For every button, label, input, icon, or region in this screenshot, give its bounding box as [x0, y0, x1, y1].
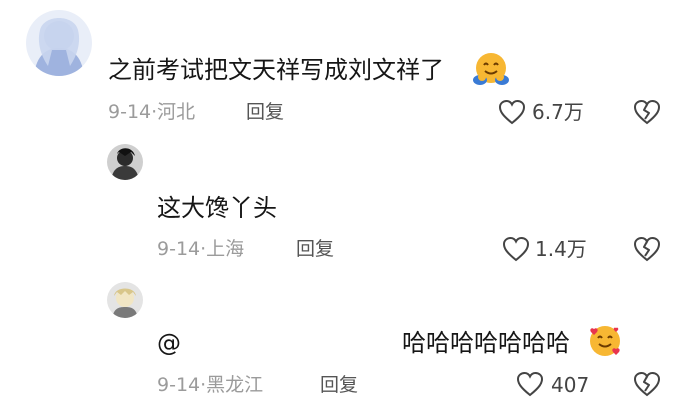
smiling-face-with-hearts-emoji — [586, 322, 624, 360]
like-heart-icon[interactable] — [502, 236, 530, 262]
dislike-broken-heart-icon[interactable] — [633, 371, 661, 397]
like-count: 407 — [551, 373, 590, 397]
reply-avatar[interactable] — [107, 282, 143, 318]
like-heart-icon[interactable] — [516, 371, 544, 397]
comment-date: 9-14 — [157, 238, 201, 260]
comment-date: 9-14 — [108, 101, 152, 123]
reply-button[interactable]: 回复 — [296, 238, 334, 260]
comment-text: 这大馋丫头 — [157, 194, 277, 222]
dislike-broken-heart-icon[interactable] — [633, 99, 661, 125]
like-heart-icon[interactable] — [498, 99, 526, 125]
reply-avatar[interactable] — [107, 144, 143, 180]
comment-text: 哈哈哈哈哈哈哈 — [402, 329, 570, 357]
comment-date: 9-14 — [157, 374, 201, 396]
reply-button[interactable]: 回复 — [246, 101, 284, 123]
comment-location: 河北 — [157, 101, 196, 123]
like-count: 6.7万 — [532, 100, 584, 124]
hugging-face-emoji — [472, 50, 510, 88]
reply-button[interactable]: 回复 — [320, 374, 358, 396]
comment-text: 之前考试把文天祥写成刘文祥了 — [108, 56, 444, 84]
comment-location: 上海 — [206, 238, 245, 260]
like-count: 1.4万 — [535, 237, 587, 261]
comment-location: 黑龙江 — [206, 374, 264, 396]
mention-prefix[interactable]: @ — [157, 329, 181, 357]
commenter-avatar[interactable] — [26, 10, 92, 76]
dislike-broken-heart-icon[interactable] — [633, 236, 661, 262]
